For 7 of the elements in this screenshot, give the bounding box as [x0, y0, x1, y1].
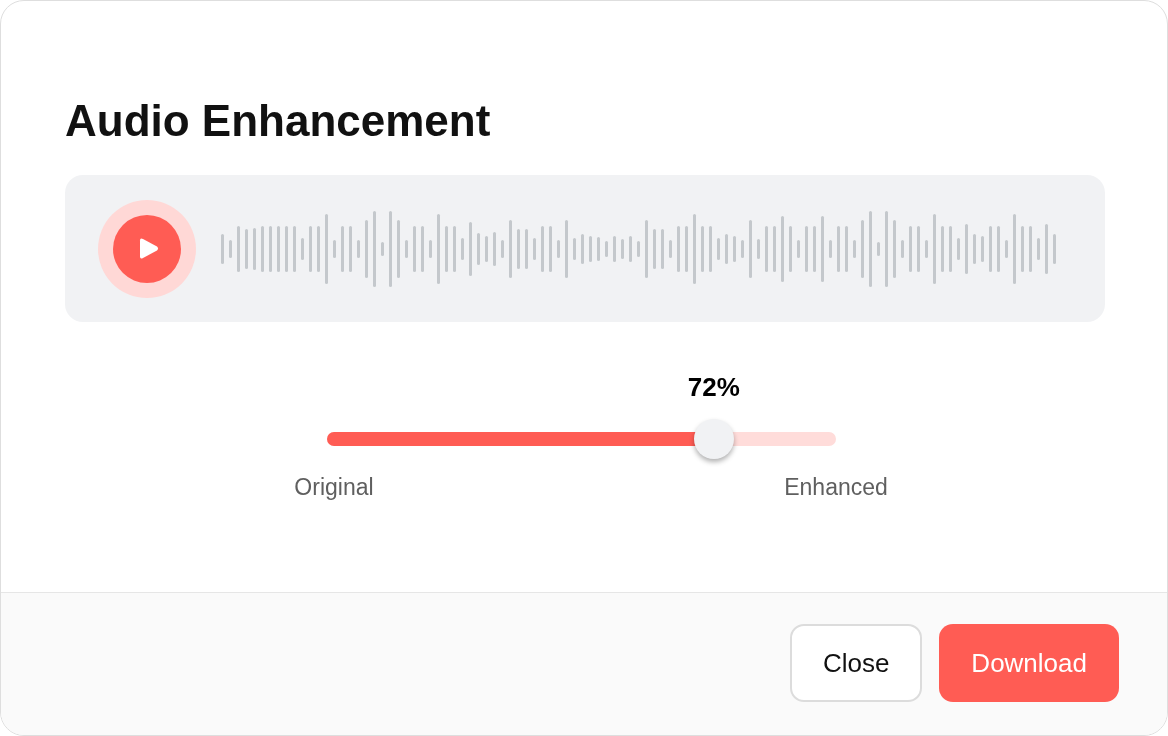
slider-min-label: Original: [294, 473, 374, 502]
dialog-title: Audio Enhancement: [65, 95, 491, 147]
percentage-label: 72%: [687, 371, 740, 404]
slider-thumb[interactable]: [693, 419, 734, 459]
close-button[interactable]: Close: [789, 624, 923, 702]
play-icon: [140, 238, 158, 258]
slider-max-label: Enhanced: [784, 473, 888, 502]
